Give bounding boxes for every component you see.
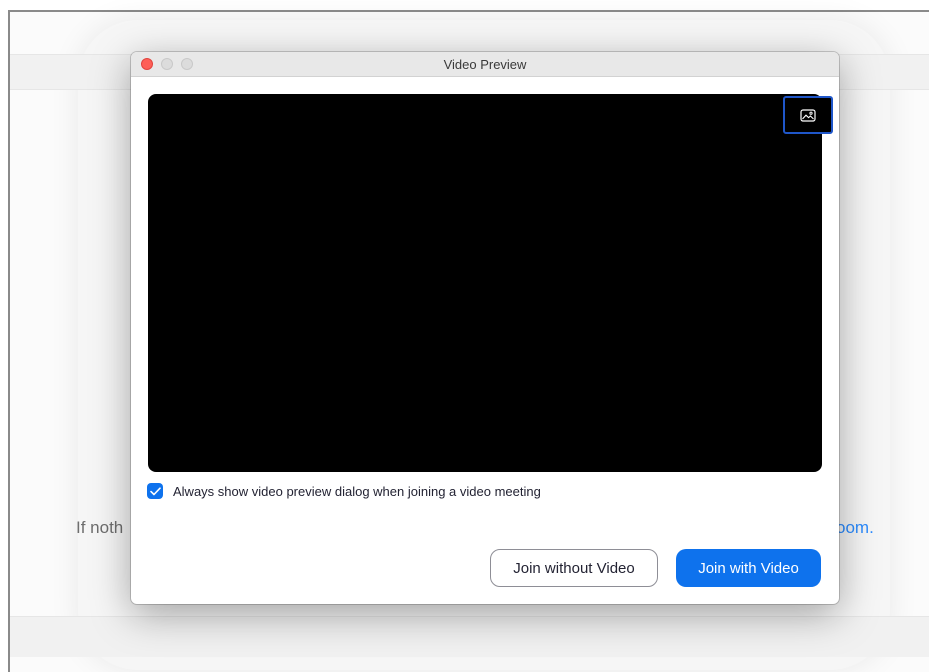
always-show-preview-label[interactable]: Always show video preview dialog when jo… [173,484,541,499]
background-link-text[interactable]: oom. [836,518,874,538]
video-preview-dialog: Video Preview Always show video preview … [131,52,839,604]
video-preview-area [148,94,833,472]
virtual-background-button[interactable] [783,96,833,134]
title-bar[interactable]: Video Preview [131,52,839,77]
always-show-preview-option[interactable]: Always show video preview dialog when jo… [147,482,541,500]
join-with-video-button[interactable]: Join with Video [676,549,821,587]
image-icon [800,108,816,122]
dialog-title: Video Preview [443,57,527,72]
always-show-preview-checkbox[interactable] [147,483,163,499]
checkmark-icon [149,486,161,495]
background-instruction-text: If noth [76,518,124,537]
page-footer-band [10,616,929,657]
join-without-video-button[interactable]: Join without Video [490,549,658,587]
